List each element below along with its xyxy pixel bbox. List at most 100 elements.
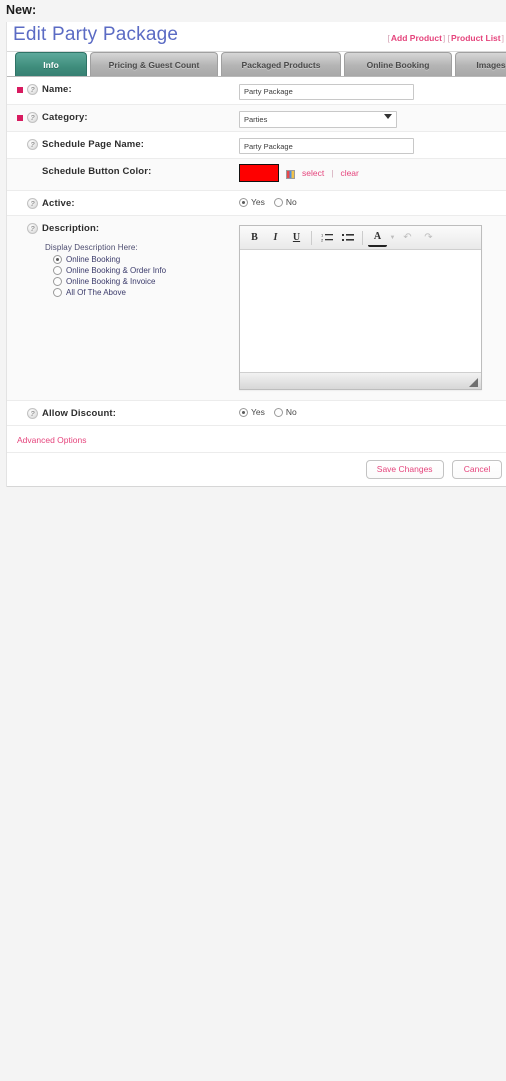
ordered-list-glyph: 1 2 [321,233,333,243]
row-advanced-options: Advanced Options [7,426,506,453]
tab-images[interactable]: Images [455,52,506,76]
cancel-button[interactable]: Cancel [452,460,502,479]
add-product-link[interactable]: Add Product [390,33,443,43]
radio-allow-discount-yes[interactable] [239,407,248,417]
allow-discount-yes-option[interactable]: Yes [239,407,265,417]
font-color-dropdown-icon[interactable]: ▼ [389,229,396,247]
required-marker-icon [17,114,23,121]
help-icon[interactable]: ? [27,84,38,95]
help-icon[interactable]: ? [27,408,38,419]
row-category-field-cell: Parties [239,105,506,131]
active-no-label: No [285,197,297,207]
radio-online-booking-invoice[interactable] [53,277,62,286]
description-left-column: ? Description: Display Description Here:… [7,216,239,305]
content-panel: Edit Party Package [Add Product] [Produc… [6,22,506,487]
required-marker-icon [17,87,23,93]
choice-all-of-the-above[interactable]: All Of The Above [53,288,239,297]
choice-all-of-the-above-label: All Of The Above [66,288,126,297]
row-name-field-cell [239,77,506,104]
color-clear-link[interactable]: clear [340,168,358,178]
name-input[interactable] [239,83,414,100]
description-editor-cell: B I U 1 2 A ▼ ↶ ↷ [239,216,506,400]
toolbar-divider [362,230,363,245]
help-icon[interactable]: ? [27,198,38,209]
resize-handle-icon[interactable] [469,378,478,387]
row-allow-discount-label-cell: ? Allow Discount: [7,401,239,425]
choice-online-booking-invoice[interactable]: Online Booking & Invoice [53,277,239,286]
bold-icon[interactable]: B [245,229,264,247]
row-name-label-cell: ? Name: [7,77,239,101]
choice-online-booking-order-info[interactable]: Online Booking & Order Info [53,266,239,275]
editor-status-bar [240,372,481,389]
choice-online-booking-label: Online Booking [66,255,121,264]
save-changes-button[interactable]: Save Changes [365,460,444,479]
rich-text-editor: B I U 1 2 A ▼ ↶ ↷ [239,225,482,390]
row-schedule-page-name-field-cell [239,132,506,159]
radio-online-booking[interactable] [53,255,62,264]
description-label-cell: ? Description: [7,216,239,235]
schedule-page-name-input[interactable] [239,138,414,154]
radio-all-of-the-above[interactable] [53,288,62,297]
tab-online-booking[interactable]: Online Booking [344,52,452,76]
advanced-options-link[interactable]: Advanced Options [17,435,86,445]
help-icon[interactable]: ? [27,223,38,234]
redo-icon[interactable]: ↷ [419,229,438,247]
active-no-option[interactable]: No [273,197,297,207]
row-schedule-button-color: ? Schedule Button Color: select | clear [7,159,506,191]
editor-content-area[interactable] [240,250,481,372]
row-schedule-page-name-label-cell: ? Schedule Page Name: [7,132,239,156]
ordered-list-icon[interactable]: 1 2 [317,229,336,247]
schedule-page-name-label: Schedule Page Name: [42,138,145,150]
product-list-link[interactable]: Product List [450,33,502,43]
row-category-label-cell: ? Category: [7,105,239,129]
display-description-title: Display Description Here: [45,243,138,252]
unordered-list-icon[interactable] [338,229,357,247]
choice-online-booking-invoice-label: Online Booking & Invoice [66,277,156,286]
row-schedule-button-color-label-cell: ? Schedule Button Color: [7,159,239,183]
row-description: ? Description: Display Description Here:… [7,216,506,401]
bracket-close-2: ] [501,33,504,43]
tab-bar: Info Pricing & Guest Count Packaged Prod… [7,52,506,77]
toolbar-divider [311,230,312,245]
radio-active-no[interactable] [273,197,283,207]
tab-packaged-products[interactable]: Packaged Products [221,52,341,76]
underline-icon[interactable]: U [287,229,306,247]
allow-discount-label: Allow Discount: [42,408,117,419]
description-label: Description: [42,223,100,234]
color-swatch[interactable] [239,164,279,182]
undo-icon[interactable]: ↶ [398,229,417,247]
row-allow-discount-field-cell: Yes No [239,401,506,421]
tab-pricing-guest-count[interactable]: Pricing & Guest Count [90,52,218,76]
choice-online-booking-order-info-label: Online Booking & Order Info [66,266,167,275]
row-allow-discount: ? Allow Discount: Yes No [7,401,506,426]
color-select-link[interactable]: select [302,168,324,178]
new-caption: New: [6,3,37,17]
allow-discount-yes-label: Yes [251,407,265,417]
active-yes-option[interactable]: Yes [239,197,265,207]
page-title: Edit Party Package [13,24,179,45]
font-color-icon[interactable]: A [368,229,387,247]
row-active: ? Active: Yes No [7,191,506,216]
radio-active-yes[interactable] [239,197,248,207]
tab-info[interactable]: Info [15,52,87,76]
row-name: ? Name: [7,77,506,105]
category-select[interactable]: Parties [239,110,397,128]
palette-icon [286,169,295,179]
color-picker-group: select | clear [239,163,500,182]
row-category: ? Category: Parties [7,104,506,132]
help-icon[interactable]: ? [27,138,38,150]
radio-allow-discount-no[interactable] [273,407,283,417]
svg-text:2: 2 [321,238,324,243]
unordered-list-glyph [341,234,354,241]
description-display-options: Display Description Here: Online Booking… [7,235,239,305]
radio-online-booking-order-info[interactable] [53,266,62,275]
link-separator: | [331,168,334,178]
row-active-field-cell: Yes No [239,191,506,211]
active-label: Active: [42,198,75,209]
choice-online-booking[interactable]: Online Booking [53,255,239,264]
italic-icon[interactable]: I [266,229,285,247]
allow-discount-no-option[interactable]: No [273,407,297,417]
name-label: Name: [42,84,72,95]
form-body: ? Name: ? Category: Parties [7,77,506,487]
help-icon[interactable]: ? [27,111,38,123]
